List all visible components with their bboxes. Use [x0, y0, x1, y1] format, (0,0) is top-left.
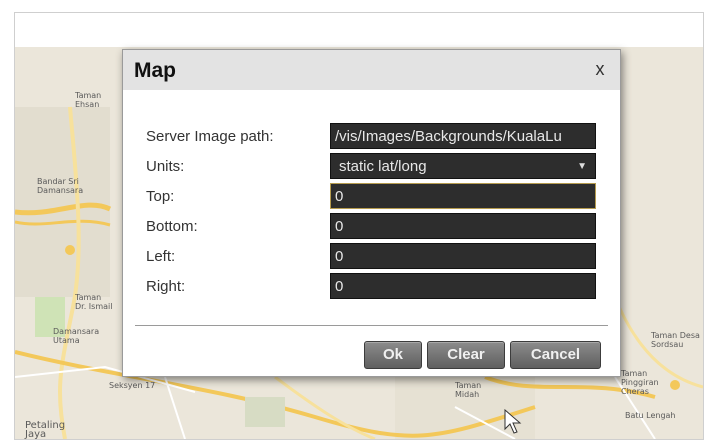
form-row-bottom: Bottom: 0	[123, 213, 620, 241]
map-label-batu-lengah: Batu Lengah	[625, 411, 676, 420]
right-input[interactable]: 0	[330, 273, 596, 299]
form-row-server-image-path: Server Image path: /vis/Images/Backgroun…	[123, 123, 620, 151]
mouse-cursor-icon	[504, 409, 522, 434]
right-label: Right:	[146, 278, 186, 295]
map-label-taman-desa: Taman Desa Sordsau	[651, 331, 700, 349]
map-label-taman-ehsan: Taman Ehsan	[75, 91, 102, 109]
left-input[interactable]: 0	[330, 243, 596, 269]
form-row-units: Units: static lat/long ▼	[123, 153, 620, 181]
top-input[interactable]: 0	[330, 183, 596, 209]
server-image-path-label: Server Image path:	[146, 128, 274, 145]
ok-button[interactable]: Ok	[364, 341, 422, 369]
clear-button[interactable]: Clear	[427, 341, 505, 369]
close-icon[interactable]: x	[592, 60, 608, 78]
map-label-pinggiran: Taman Pinggiran Cheras	[621, 369, 659, 396]
chevron-down-icon: ▼	[577, 161, 587, 172]
units-label: Units:	[146, 158, 185, 175]
units-select[interactable]: static lat/long ▼	[330, 153, 596, 179]
map-label-seksyen: Seksyen 17	[109, 381, 156, 390]
map-dialog: Map x Server Image path: /vis/Images/Bac…	[122, 49, 621, 377]
server-image-path-input[interactable]: /vis/Images/Backgrounds/KualaLu	[330, 123, 596, 149]
left-label: Left:	[146, 248, 176, 265]
bottom-label: Bottom:	[146, 218, 198, 235]
units-select-value: static lat/long	[339, 158, 427, 175]
form-row-top: Top: 0	[123, 183, 620, 211]
cancel-button[interactable]: Cancel	[510, 341, 601, 369]
viewer-frame: Taman Ehsan Bandar Sri Damansara Taman Dr. …	[14, 12, 704, 440]
dialog-divider	[135, 325, 608, 326]
map-label-bandar-sri-damansara: Bandar Sri Damansara	[37, 177, 84, 195]
map-label-taman-midah: Taman Midah	[455, 381, 482, 399]
bottom-input[interactable]: 0	[330, 213, 596, 239]
map-label-taman-tun: Taman Dr. Ismail	[75, 293, 113, 311]
form-row-right: Right: 0	[123, 273, 620, 301]
dialog-header: Map x	[123, 50, 620, 90]
map-label-petaling-jaya: Petaling Jaya	[25, 420, 66, 440]
top-label: Top:	[146, 188, 175, 205]
form-row-left: Left: 0	[123, 243, 620, 271]
dialog-title: Map	[134, 59, 176, 82]
map-label-damansara-utama: Damansara Utama	[53, 327, 100, 345]
